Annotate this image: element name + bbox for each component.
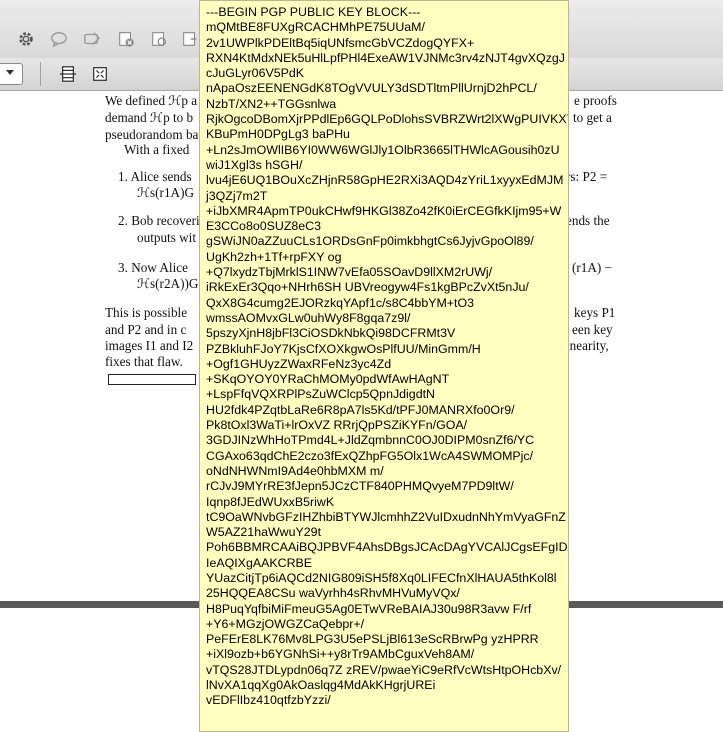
highlight-icon[interactable] [82, 29, 102, 49]
pgp-key-line: wiJ1Xgl3s hSGH/ [206, 157, 303, 172]
zoom-dropdown[interactable] [0, 63, 23, 85]
pgp-key-line: NzbT/XN2++TGGsnlwa [206, 96, 337, 111]
pgp-key-line: lvu4jE6UQ1BOuXcZHjnR58GpHE2RXi3AQD4zYriL… [206, 173, 564, 188]
doc-line: We defined ℋp a [105, 93, 198, 108]
pgp-key-line: mQMtBE8FUXgRCACHMhPE75UUaM/ [206, 20, 425, 35]
pgp-key-line: vTQS28JTDLypdn06q7Z zREV/pwaeYiC9eRfVcWt… [206, 662, 562, 677]
copy-icon[interactable] [149, 29, 169, 49]
pgp-key-line: j3QZj7m2T [206, 188, 268, 203]
doc-line: ℋs(r1A)G [137, 185, 194, 200]
pgp-key-line: HU2fdk4PZqtbLaRe6R8pA7ls5Kd/tPFJ0MANRXfo… [206, 402, 515, 417]
pgp-key-line: +Y6+MGzjOWGZCaQebpr+/ [206, 616, 365, 631]
pgp-key-line: H8PuqYqfbiMiFmeuG5Ag0ETwVReBAIAJ30u98R3a… [206, 601, 532, 616]
doc-line: fixes that flaw. [105, 354, 183, 369]
pgp-key-line: nApaOszEENENGdK8TOgVVULY3dSDTltmPllUrnjD… [206, 81, 537, 96]
pgp-key-line: PZBkluhFJoY7KjsCfXOXkgwOsPlfUU/MinGmm/H [206, 341, 481, 356]
pgp-key-line: IeAQIXgAAKCRBE [206, 555, 313, 570]
gear-icon[interactable] [16, 29, 36, 49]
doc-line: With a fixed [124, 142, 190, 157]
doc-fragment: rs: P2 = [566, 169, 608, 184]
pgp-key-line: E3CCo8o0SUZ8eC3 [206, 219, 322, 234]
doc-line: and P2 and in c [105, 322, 187, 337]
doc-line: images I1 and I2 [105, 338, 194, 353]
doc-fragment: inearity, [566, 338, 609, 353]
doc-line: demand ℋp to b [105, 110, 194, 125]
pgp-key-line: +SKqOYOY0YRaChMOMy0pdWfAwHAgNT [206, 372, 450, 387]
doc-fragment: to get a [573, 110, 612, 125]
delete-icon[interactable] [116, 29, 136, 49]
pgp-key-line: CGAxo63qdChE2czo3fExQZhpFG5Olx1WcA4SWMOM… [206, 448, 534, 463]
pgp-key-line: 3GDJINzWhHoTPmd4L+JldZqmbnnC0OJ0DIPM0snZ… [206, 433, 535, 448]
pgp-key-line: oNdNHWNmI9Ad4e0hbMXM m/ [206, 463, 384, 478]
pgp-key-line: +iXl9ozb+b6YGNhSi++y8rTr9AMbCguxVeh8AM/ [206, 647, 475, 662]
pgp-key-line: lNvXA1qqXg0AkOaslqg4MdAkKHgrjUREi [206, 678, 436, 693]
pgp-key-line: 25HQQEA8CSu waVyrhh4sRhvMHVuMyVQx/ [206, 586, 460, 601]
doc-fragment: (r1A) − [572, 260, 613, 275]
pgp-key-line: +Q7lxydzTbjMrklS1INW7vEfa05SOavD9llXM2rU… [206, 265, 493, 280]
doc-fragment: e proofs [574, 93, 617, 108]
doc-line: This is possible [105, 305, 188, 320]
pgp-key-line: vEDFlIbz410qtfzbYzzi/ [206, 693, 331, 708]
pgp-key-tooltip: ---BEGIN PGP PUBLIC KEY BLOCK--- mQMtBE8F… [199, 0, 569, 732]
doc-line: 2. Bob recoveri [118, 213, 200, 228]
pgp-key-line: W5AZ21haWwuY29t [206, 525, 322, 540]
doc-line: 3. Now Alice [118, 260, 188, 275]
pgp-key-line: tC9OaWNvbGFzIHZhbiBTYWJlcmhhZ2VuIDxudnNh… [206, 509, 566, 524]
toolbar-divider [40, 62, 41, 86]
pgp-key-line: PeFErE8LK76Mv8LPG3U5ePSLjBl613eScRBrwPg … [206, 632, 539, 647]
pgp-key-line: Iqnp8fJEdWUxxB5riwK [206, 494, 335, 509]
pgp-key-line: Pk8tOxl3WaTi+lrOxVZ RRrjQpPSZiKYFn/GOA/ [206, 418, 468, 433]
pgp-key-line: +LspFfqVQXRPlPsZuWClcp5QpnJdigdtN [206, 387, 435, 402]
pgp-key-line: YUazCitjTp6iAQCd2NIG809iSH5f8Xq0LIFECfnX… [206, 570, 557, 585]
comment-icon[interactable] [49, 29, 69, 49]
form-field-box[interactable] [108, 374, 196, 385]
pgp-key-line: KBuPmH0DPgLg3 baPHu [206, 127, 350, 142]
doc-fragment: keys P1 [574, 305, 616, 320]
pgp-key-line: +iJbXMR4ApmTP0ukCHwf9HKGl38Zo42fK0iErCEG… [206, 203, 562, 218]
pgp-key-line: gSWiJN0aZZuuCLs1ORDsGnFp0imkbhgtCs6JyjvG… [206, 234, 534, 249]
replace-icon[interactable] [180, 29, 200, 49]
pgp-key-line: 5pszyXjnH8jbFl3CiOSDkNbkQi98DCFRMt3V [206, 326, 456, 341]
doc-fragment: ends the [566, 213, 610, 228]
pgp-key-line: cJuGLyr06V5PdK [206, 66, 305, 81]
pgp-key-line: iRkExEr3Qqo+NHrh6SH UBVreogyw4Fs1kgBPcZv… [206, 280, 529, 295]
doc-line: 1. Alice sends [118, 169, 192, 184]
doc-line: ℋs(r2A))G [137, 276, 199, 291]
pgp-key-line: UgKh2zh+1Tf+rpFXY og [206, 249, 342, 264]
fit-page-icon[interactable] [90, 64, 110, 84]
pgp-key-line: RjkOgcoDBomXjrPPdlEp6GQLPoDlohsSVBRZWrt2… [206, 112, 569, 127]
pgp-key-line: RXN4KtMdxNEk5uHlLpfPHl4ExeAW1VJNMc3rv4zN… [206, 50, 565, 65]
pgp-key-line: rCJvJ9MYrRE3fJepn5JCzCTF840PHMQvyeM7PD9l… [206, 479, 514, 494]
pgp-key-line: ---BEGIN PGP PUBLIC KEY BLOCK--- [206, 5, 421, 19]
doc-line: pseudorandom ba [105, 127, 199, 142]
pgp-key-line: +Ogf1GHUyzZWaxRFeNz3yc4Zd [206, 356, 392, 371]
doc-line: outputs wit [137, 230, 196, 245]
dropdown-icon [6, 70, 14, 75]
pgp-key-line: wmssAOMvxGLw0uhWy8F8gqa7z9l/ [206, 310, 411, 325]
pgp-key-line: QxX8G4cumg2EJORzkqYApf1c/s8C4bbYM+tO3 [206, 295, 475, 310]
page-layout-icon[interactable] [58, 64, 78, 84]
doc-fragment: een key [572, 322, 613, 337]
pgp-key-line: +Ln2sJmOWlIB6YI0WW6WGlJly1OlbR3665lTHWlc… [206, 142, 560, 157]
pgp-key-line: 2v1UWPlkPDEltBq5iqUNfsmcGbVCZdogQYFX+ [206, 35, 475, 50]
pgp-key-line: Poh6BBMRCAAiBQJPBVF4AhsDBgsJCAcDAgYVCAlJ… [206, 540, 569, 555]
